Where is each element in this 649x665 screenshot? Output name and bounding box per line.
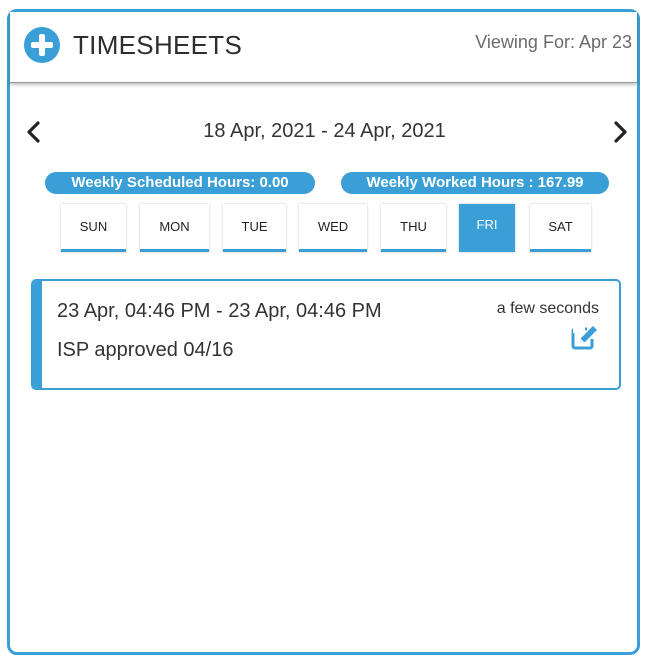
day-tab-wed[interactable]: WED <box>299 204 367 252</box>
day-tab-tue[interactable]: TUE <box>223 204 286 252</box>
day-tab-mon[interactable]: MON <box>140 204 209 252</box>
plus-circle-icon[interactable] <box>24 27 60 63</box>
weekly-scheduled-hours-badge: Weekly Scheduled Hours: 0.00 <box>45 172 315 194</box>
day-tab-sat[interactable]: SAT <box>530 204 591 252</box>
entry-note: ISP approved 04/16 <box>57 339 234 361</box>
viewing-for-label: Viewing For: Apr 23 <box>475 32 632 52</box>
edit-icon[interactable] <box>571 324 599 350</box>
timesheet-entry[interactable]: 23 Apr, 04:46 PM - 23 Apr, 04:46 PM ISP … <box>31 279 621 390</box>
page-title: TIMESHEETS <box>73 30 243 60</box>
week-range: 18 Apr, 2021 - 24 Apr, 2021 <box>203 120 446 142</box>
entry-accent-bar <box>33 281 42 388</box>
entry-time-range: 23 Apr, 04:46 PM - 23 Apr, 04:46 PM <box>57 300 382 322</box>
chevron-right-icon[interactable] <box>608 118 632 146</box>
header: TIMESHEETS Viewing For: Apr 23 <box>10 12 637 83</box>
day-tab-fri[interactable]: FRI <box>459 204 515 252</box>
entry-relative-time: a few seconds <box>496 300 599 317</box>
weekly-worked-hours-badge: Weekly Worked Hours : 167.99 <box>341 172 609 194</box>
day-tab-thu[interactable]: THU <box>381 204 446 252</box>
day-tab-sun[interactable]: SUN <box>61 204 126 252</box>
